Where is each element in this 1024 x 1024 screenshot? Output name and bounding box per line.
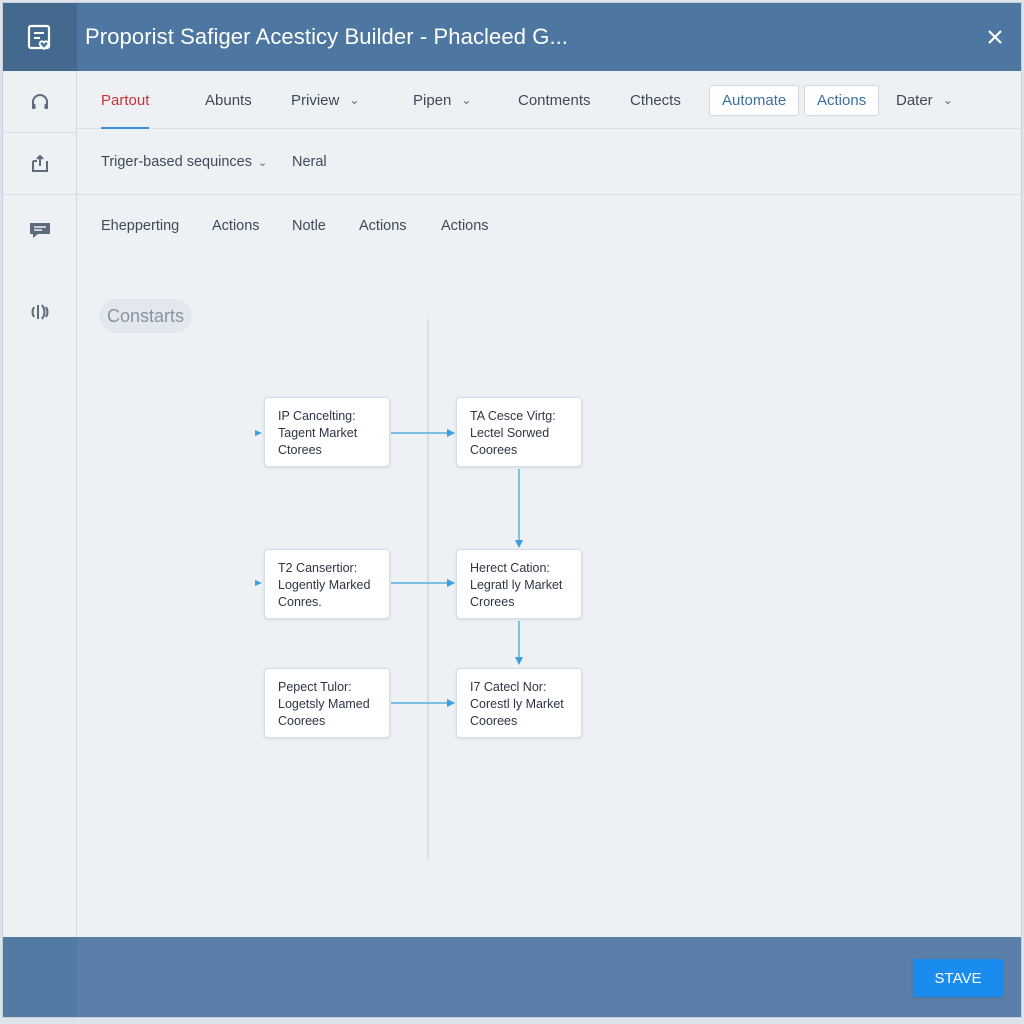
node-title: IP Cancelting: (278, 409, 356, 423)
flow-node-i7-catecl-nor[interactable]: I7 Catecl Nor: Corestl ly Market Coorees (456, 668, 582, 738)
flow-node-pepect-tulor[interactable]: Pepect Tulor: Logetsly Mamed Coorees (264, 668, 390, 738)
close-button[interactable] (981, 23, 1009, 51)
tab-pipen[interactable]: Pipen ⌄ (413, 71, 471, 129)
close-icon (988, 30, 1002, 44)
save-button[interactable]: STAVE (913, 959, 1003, 997)
title-bar: Proporist Safiger Acesticy Builder - Pha… (3, 3, 1021, 71)
trigger-dropdown[interactable]: Triger-based sequinces ⌄ (101, 129, 267, 195)
sidebar (3, 71, 77, 937)
app-logo (3, 3, 77, 71)
chevron-down-icon: ⌄ (257, 156, 268, 169)
tab-contments[interactable]: Contments (518, 71, 591, 129)
toolbar-item-actions-3[interactable]: Actions (441, 195, 489, 257)
tab-label: Pipen (413, 91, 452, 109)
window-title: Proporist Safiger Acesticy Builder - Pha… (85, 24, 569, 49)
neral-link[interactable]: Neral (292, 129, 327, 195)
tab-cthects[interactable]: Cthects (630, 71, 681, 129)
chevron-down-icon: ⌄ (461, 93, 472, 107)
tab-label: Contments (518, 91, 591, 109)
footer-bar: STAVE (3, 937, 1021, 1017)
tab-label: Cthects (630, 91, 681, 109)
tab-label: Actions (817, 92, 867, 109)
sidebar-item-signal[interactable] (3, 281, 76, 343)
node-line: Logetsly Mamed (278, 697, 370, 711)
tab-label: Dater (896, 91, 933, 109)
node-title: Herect Cation: (470, 561, 550, 575)
save-button-label: STAVE (934, 969, 982, 987)
constarts-chip[interactable]: Constarts (99, 299, 193, 333)
tab-automate[interactable]: Automate (709, 85, 800, 116)
tab-label: Priview (291, 91, 340, 109)
node-line: Corestl ly Market (470, 697, 564, 711)
entry-arrow (255, 580, 262, 586)
tab-dater[interactable]: Dater ⌄ (896, 71, 953, 129)
flow-node-herect-cation[interactable]: Herect Cation: Legratl ly Market Crorees (456, 549, 582, 619)
tab-label: Abunts (205, 91, 252, 109)
toolbar-item-actions[interactable]: Actions (212, 195, 260, 257)
neral-label: Neral (292, 154, 327, 170)
node-line: Coorees (470, 714, 518, 728)
node-line: Tagent Market (278, 426, 358, 440)
node-line: Legratl ly Market (470, 578, 563, 592)
tab-bar: Partout Abunts Priview ⌄ Pipen ⌄ Contmen… (77, 71, 1021, 129)
entry-arrow (255, 430, 262, 436)
node-title: T2 Cansertior: (278, 561, 358, 575)
chat-icon (29, 223, 50, 238)
tab-abunts[interactable]: Abunts (205, 71, 252, 129)
node-line: Conres. (278, 595, 322, 609)
flow-node-ta-cesce[interactable]: TA Cesce Virtg: Lectel Sorwed Coorees (456, 397, 582, 467)
toolbar-item-label: Actions (212, 218, 260, 234)
tab-partout[interactable]: Partout (101, 71, 150, 129)
sidebar-item-support[interactable] (3, 71, 76, 133)
chevron-down-icon: ⌄ (942, 93, 953, 107)
action-toolbar: Ehepperting Actions Notle Actions Action… (77, 195, 1021, 257)
trigger-dropdown-label: Triger-based sequinces (101, 154, 252, 170)
clipboard-heart-icon (27, 24, 51, 51)
sequence-toolbar: Triger-based sequinces ⌄ Neral (77, 129, 1021, 195)
node-line: Coorees (278, 714, 326, 728)
chevron-down-icon: ⌄ (349, 93, 360, 107)
export-icon (31, 154, 48, 172)
tab-label: Automate (722, 92, 787, 109)
toolbar-item-actions-2[interactable]: Actions (359, 195, 407, 257)
node-title: TA Cesce Virtg: (470, 409, 556, 423)
tab-priview[interactable]: Priview ⌄ (291, 71, 359, 129)
signal-icon (31, 304, 48, 320)
node-line: Ctorees (278, 443, 322, 457)
toolbar-item-label: Actions (359, 218, 407, 234)
headset-icon (31, 93, 48, 109)
tab-label: Partout (101, 91, 150, 109)
tab-actions[interactable]: Actions (804, 85, 880, 116)
app-window: Proporist Safiger Acesticy Builder - Pha… (2, 2, 1022, 1018)
node-line: Lectel Sorwed (470, 426, 550, 440)
toolbar-item-ehepperting[interactable]: Ehepperting (101, 195, 179, 257)
sidebar-item-export[interactable] (3, 133, 76, 195)
footer-sidebar-block (3, 937, 77, 1017)
toolbar-item-label: Notle (292, 218, 326, 234)
flow-node-t2-cansertior[interactable]: T2 Cansertior: Logently Marked Conres. (264, 549, 390, 619)
node-title: Pepect Tulor: (278, 680, 352, 694)
node-line: Logently Marked (278, 578, 371, 592)
flow-node-ip-cancelting[interactable]: IP Cancelting: Tagent Market Ctorees (264, 397, 390, 467)
toolbar-item-notle[interactable]: Notle (292, 195, 326, 257)
node-line: Crorees (470, 595, 515, 609)
toolbar-item-label: Actions (441, 218, 489, 234)
toolbar-item-label: Ehepperting (101, 218, 180, 234)
node-title: I7 Catecl Nor: (470, 680, 547, 694)
sidebar-item-chat[interactable] (3, 199, 76, 261)
node-line: Coorees (470, 443, 518, 457)
chip-label: Constarts (107, 305, 185, 326)
